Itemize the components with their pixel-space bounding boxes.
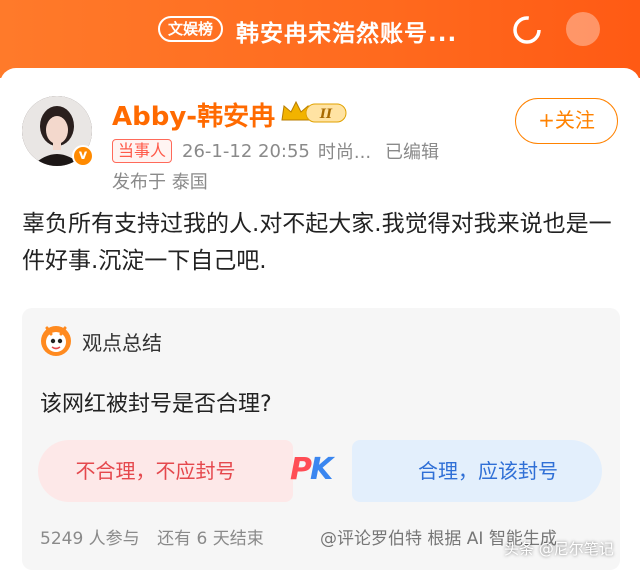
more-icon[interactable] xyxy=(566,12,600,46)
refresh-icon[interactable] xyxy=(510,13,544,47)
poll-remaining: 还有 6 天结束 xyxy=(157,529,264,549)
post-body[interactable]: 辜负所有支持过我的人.对不起大家.我觉得对我来说也是一件好事.沉淀一下自己吧. xyxy=(22,206,622,280)
poll-option-agree[interactable]: 合理，应该封号 xyxy=(352,440,602,502)
poll-question: 该网红被封号是否合理? xyxy=(40,392,272,417)
ranking-badge[interactable]: 文娱榜 xyxy=(158,16,224,42)
user-name[interactable]: Abby-韩安冉 xyxy=(112,96,275,133)
poll-option-disagree[interactable]: 不合理，不应封号 xyxy=(38,440,293,502)
post-meta: 当事人 26-1-12 20:55 时尚... 已编辑 xyxy=(112,138,439,164)
poll-participants: 5249 人参与 xyxy=(40,529,140,549)
pk-versus-label: PK xyxy=(290,452,333,487)
poll-header: 观点总结 xyxy=(82,331,162,355)
poll-stats: 5249 人参与 还有 6 天结束 xyxy=(40,524,264,549)
banner-title[interactable]: 韩安冉宋浩然账号... xyxy=(236,14,457,48)
follow-button[interactable]: +关注 xyxy=(515,98,618,144)
verified-icon: v xyxy=(72,145,94,167)
top-banner: 文娱榜 韩安冉宋浩然账号... xyxy=(0,0,640,78)
vip-level: II xyxy=(319,107,333,122)
vip-crown-icon[interactable]: II xyxy=(280,98,348,126)
post-location: 发布于 泰国 xyxy=(112,172,208,193)
post-category[interactable]: 时尚... xyxy=(318,138,371,164)
mascot-icon xyxy=(41,326,71,356)
edited-label[interactable]: 已编辑 xyxy=(385,138,439,164)
post-timestamp: 26-1-12 20:55 xyxy=(182,140,310,162)
party-tag: 当事人 xyxy=(112,139,173,163)
watermark: 头条 @尼尔笔记 xyxy=(504,540,614,558)
